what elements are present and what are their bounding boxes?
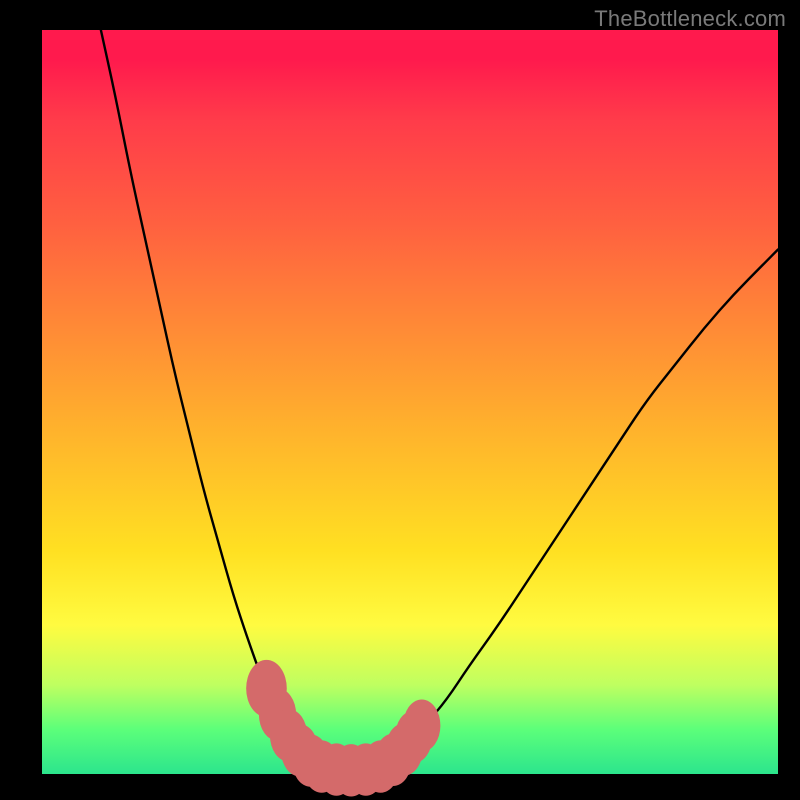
curve-group: [101, 30, 778, 771]
chart-stage: TheBottleneck.com: [0, 0, 800, 800]
watermark-text: TheBottleneck.com: [594, 6, 786, 32]
marker-group: [246, 660, 440, 797]
chart-svg: [42, 30, 778, 774]
curve-marker: [403, 699, 440, 751]
curve-right-branch: [381, 249, 778, 768]
plot-area: [42, 30, 778, 774]
curve-left-branch: [101, 30, 322, 768]
